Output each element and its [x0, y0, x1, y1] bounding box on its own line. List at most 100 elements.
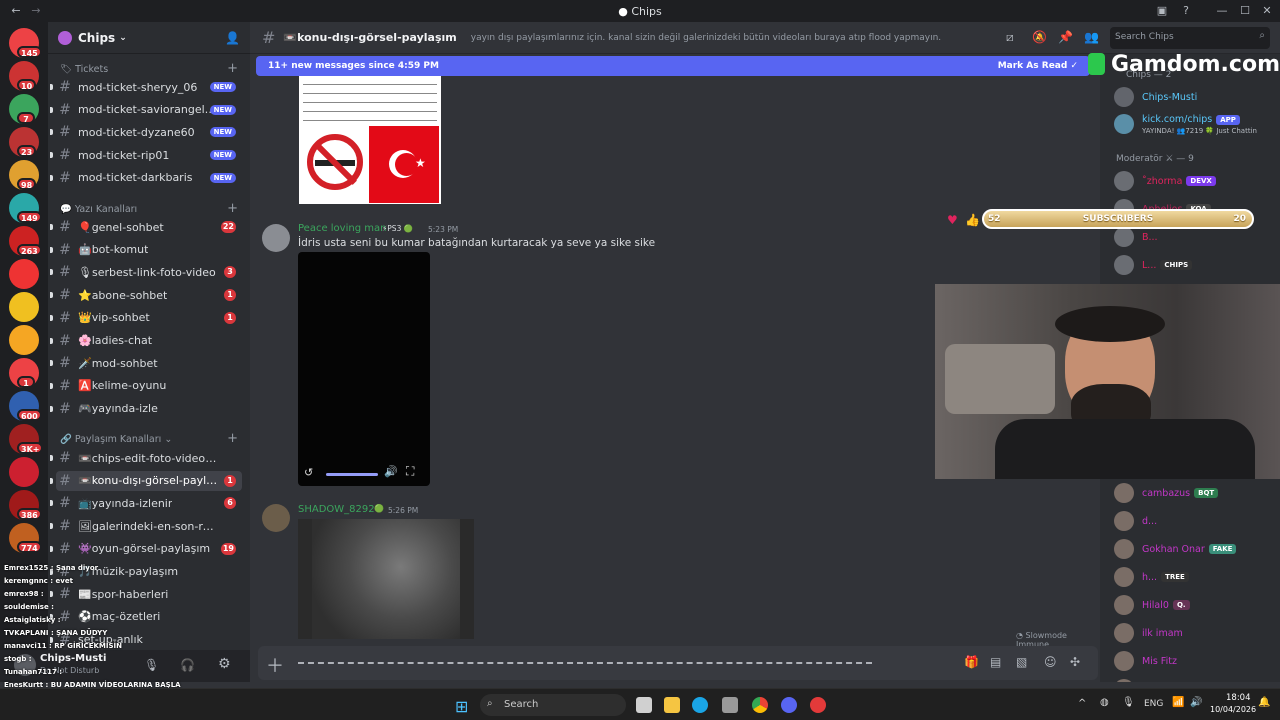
wifi-icon[interactable]: 📶 [1172, 697, 1184, 708]
member-item[interactable]: Hilal0 Q. [1114, 594, 1190, 616]
video-progress[interactable] [326, 473, 378, 476]
member-item[interactable]: cambazus BQT [1114, 482, 1219, 504]
member-item[interactable]: h... TREE [1114, 566, 1189, 588]
member-list-icon[interactable]: 👥 [1084, 30, 1099, 44]
tray-icon[interactable]: ◍ [1100, 697, 1109, 708]
add-friend-icon[interactable]: 👤 [225, 31, 240, 45]
mention-count: 22 [220, 221, 236, 233]
channel-item[interactable]: # 🗡️mod-sohbet [50, 353, 242, 373]
mute-bell-icon[interactable]: 🔕 [1032, 30, 1047, 44]
channel-item[interactable]: # 🤖bot-komut [50, 240, 242, 260]
channel-item[interactable]: # 👑vip-sohbet 1 [50, 308, 242, 328]
microphone-icon[interactable]: 🎙 [1122, 697, 1135, 708]
threads-icon[interactable]: ⧄ [1006, 30, 1014, 45]
channel-item[interactable]: # 📺yayında-izlenir 6 [50, 493, 242, 513]
member-item[interactable]: kick.com/chips APP YAYINDA! 👥7219 🍀 Just C… [1114, 114, 1257, 142]
member-item[interactable]: L... CHIPS [1114, 254, 1193, 276]
gif-icon[interactable]: ▤ [990, 655, 1001, 669]
member-item[interactable]: Gokhan Onar FAKE [1114, 538, 1237, 560]
category-share[interactable]: 🔗 Paylaşım Kanalları ⌄ [60, 434, 172, 445]
task-view-icon[interactable] [636, 697, 652, 713]
channel-item[interactable]: # 🅰️kelime-oyunu [50, 376, 242, 396]
add-channel-icon[interactable]: + [227, 431, 238, 446]
apps-icon[interactable]: ✣ [1070, 655, 1080, 669]
image-attachment[interactable]: ★ [299, 76, 441, 204]
guild-header[interactable]: Chips ⌄ 👤 [48, 22, 250, 54]
taskbar-search[interactable]: ⌕ Search [480, 694, 626, 716]
server-icon[interactable] [9, 457, 39, 487]
clock-time[interactable]: 18:04 [1226, 693, 1251, 703]
avatar[interactable] [262, 224, 290, 252]
category-tickets[interactable]: 🏷 Tickets [60, 64, 108, 75]
member-item[interactable]: B... [1114, 226, 1158, 248]
channel-item[interactable]: # 🌸ladies-chat [50, 331, 242, 351]
channel-label: 🎮yayında-izle [78, 402, 158, 416]
server-badge: 3K+ [17, 442, 44, 454]
video-player[interactable]: ↺ 🔊 ⛶ [298, 252, 430, 486]
channel-item[interactable]: # 🎙serbest-link-foto-video 3 [50, 262, 242, 282]
channel-item[interactable]: # 📼konu-dışı-görsel-paylaşım 1 [50, 470, 242, 491]
add-channel-icon[interactable]: + [227, 61, 238, 76]
avatar[interactable] [262, 504, 290, 532]
category-text[interactable]: 💬 Yazı Kanalları [60, 204, 137, 215]
gift-icon[interactable]: 🎁 [964, 655, 979, 669]
inbox-icon[interactable]: ▣ [1154, 3, 1170, 19]
channel-item[interactable]: # mod-ticket-sheryy_06 NEW [50, 77, 242, 97]
thumbs-up-icon: 👍 [965, 213, 980, 227]
emoji-icon[interactable]: ☺ [1044, 655, 1057, 669]
help-icon[interactable]: ? [1178, 3, 1194, 19]
notification-icon[interactable]: 🔔 [1258, 697, 1270, 708]
server-icon[interactable] [9, 259, 39, 289]
minimize-icon[interactable]: — [1214, 3, 1230, 19]
channel-item[interactable]: # mod-ticket-dyzane60 NEW [50, 122, 242, 142]
channel-item[interactable]: # ⭐abone-sohbet 1 [50, 285, 242, 305]
app-icon[interactable] [810, 697, 826, 713]
server-icon[interactable] [9, 325, 39, 355]
server-badge: 145 [17, 46, 42, 58]
message-composer[interactable]: ＋ 🎁 ▤ ▧ ☺ ✣ [258, 646, 1098, 680]
close-icon[interactable]: ✕ [1259, 3, 1275, 19]
channel-item[interactable]: # mod-ticket-saviorangel99 NEW [50, 100, 242, 120]
tray-chevron-icon[interactable]: ^ [1078, 698, 1086, 709]
add-channel-icon[interactable]: + [227, 201, 238, 216]
channel-item[interactable]: # 🖼galerindeki-en-son-resim [50, 516, 242, 536]
add-attachment-icon[interactable]: ＋ [266, 652, 284, 678]
sticker-icon[interactable]: ▧ [1016, 655, 1027, 669]
maximize-icon[interactable]: ☐ [1237, 3, 1253, 19]
store-icon[interactable] [722, 697, 738, 713]
member-item[interactable]: ˚zhorma DEVX [1114, 170, 1216, 192]
file-explorer-icon[interactable] [664, 697, 680, 713]
member-item[interactable]: Minik [1114, 678, 1167, 682]
pin-icon[interactable]: 📌 [1058, 30, 1073, 44]
stream-chat-line: TVKAPLANI : ŞANA DÜDYY [4, 629, 108, 637]
edge-icon[interactable] [692, 697, 708, 713]
replay-icon[interactable]: ↺ [304, 466, 313, 479]
channel-topic[interactable]: yayın dışı paylaşımlarınız için. kanal s… [471, 33, 941, 43]
settings-gear-icon[interactable]: ⚙ [218, 656, 231, 672]
message-author[interactable]: SHADOW_8292 [298, 504, 375, 515]
member-item[interactable]: d... [1114, 510, 1157, 532]
mark-as-read-button[interactable]: Mark As Read ✓ [998, 61, 1078, 71]
member-item[interactable]: Mis Fitz [1114, 650, 1177, 672]
chrome-icon[interactable] [752, 697, 768, 713]
channel-item[interactable]: # 🎮yayında-izle [50, 399, 242, 419]
member-item[interactable]: Chips-Musti [1114, 86, 1197, 108]
language-indicator[interactable]: ENG [1144, 699, 1163, 709]
channel-item[interactable]: # 📼chips-edit-foto-video-paylaş... [50, 448, 242, 468]
volume-icon[interactable]: 🔊 [384, 465, 398, 478]
discord-icon[interactable] [781, 697, 797, 713]
channel-item[interactable]: # mod-ticket-rip01 NEW [50, 145, 242, 165]
server-icon[interactable] [9, 292, 39, 322]
volume-icon[interactable]: 🔊 [1190, 697, 1202, 708]
clock-date[interactable]: 10/04/2026 [1210, 705, 1256, 714]
channel-item[interactable]: # 🎈genel-sohbet 22 [50, 217, 242, 237]
channel-item[interactable]: # mod-ticket-darkbaris NEW [50, 168, 242, 188]
message-input[interactable] [298, 662, 872, 664]
member-item[interactable]: ilk imam [1114, 622, 1183, 644]
message-author[interactable]: Peace loving man [298, 223, 386, 234]
fullscreen-icon[interactable]: ⛶ [406, 464, 414, 479]
new-messages-banner[interactable]: 11+ new messages since 4:59 PM Mark As R… [256, 56, 1090, 76]
channel-item[interactable]: # 👾oyun-görsel-paylaşım 19 [50, 539, 242, 559]
image-attachment[interactable] [298, 519, 474, 639]
windows-start-icon[interactable]: ⊞ [455, 697, 468, 716]
